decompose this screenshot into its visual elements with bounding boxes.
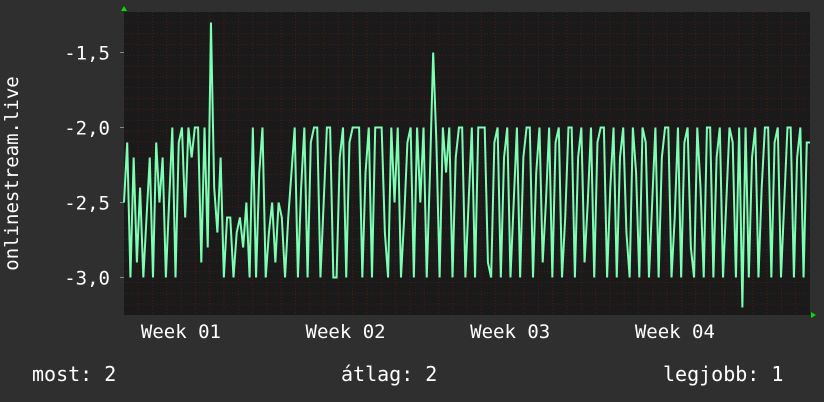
- stat-current: most: 2: [32, 362, 117, 386]
- y-tick-label: -2,5: [64, 193, 110, 215]
- y-tick-label: -1,5: [64, 43, 110, 65]
- x-tick-label: Week 04: [635, 321, 715, 343]
- chart: -1,5-2,0-2,5-3,0 Week 01 Week 02 Week 03 We…: [1, 6, 816, 343]
- stat-average: átlag: 2: [341, 362, 438, 386]
- y-axis-label: onlinestream.live: [1, 76, 23, 270]
- x-axis-arrow-icon: [811, 312, 816, 318]
- x-tick-label: Week 02: [306, 321, 386, 343]
- y-axis-ticks: -1,5 -2,0 -2,5 -3,0: [64, 43, 124, 290]
- x-tick-label: Week 01: [141, 321, 221, 343]
- y-tick-label: -2,0: [64, 118, 110, 140]
- x-tick-label: Week 03: [470, 321, 550, 343]
- y-axis-arrow-icon: [121, 6, 127, 11]
- x-axis-ticks: Week 01 Week 02 Week 03 Week 04: [141, 321, 715, 343]
- y-tick-label: -3,0: [64, 268, 110, 290]
- stat-best: legjobb: 1: [663, 362, 784, 386]
